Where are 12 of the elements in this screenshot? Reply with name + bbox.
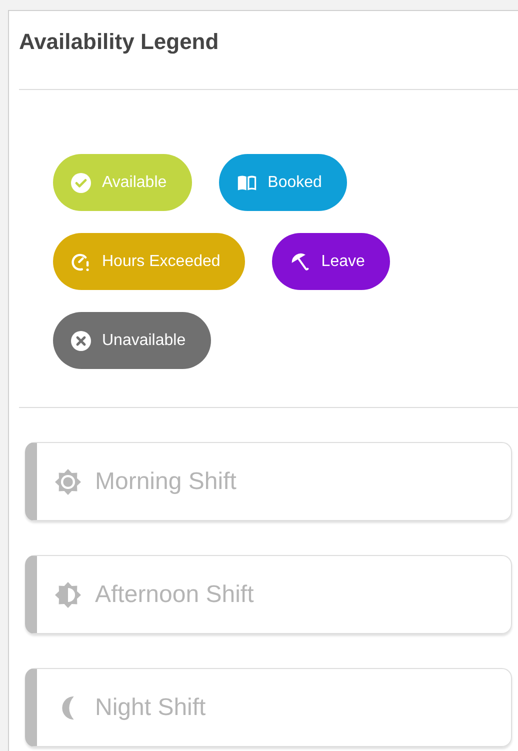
status-badge: Booked — [218, 154, 347, 211]
status-badge: Hours Exceeded — [53, 233, 246, 290]
shift-card[interactable]: Night Shift — [25, 668, 512, 747]
shift-label: Night Shift — [95, 694, 206, 722]
shift-card[interactable]: Afternoon Shift — [25, 555, 512, 634]
panel-title: Availability Legend — [18, 28, 220, 56]
shift-label: Morning Shift — [95, 468, 236, 496]
status-badge: Unavailable — [53, 312, 211, 369]
shift-label: Afternoon Shift — [95, 580, 254, 608]
shift-card[interactable]: Morning Shift — [25, 442, 512, 521]
status-badge: Leave — [272, 233, 390, 290]
status-badge: Available — [53, 154, 192, 211]
